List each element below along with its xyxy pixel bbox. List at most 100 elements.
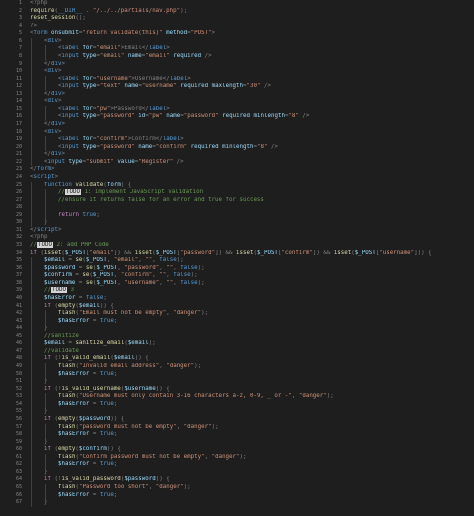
- code-token: ;: [113, 431, 118, 438]
- code-line[interactable]: 1 <?php: [0, 0, 474, 8]
- code-line[interactable]: 27 //ensure it returns false for an error…: [0, 196, 474, 205]
- code-line[interactable]: 28: [0, 204, 474, 212]
- code-line[interactable]: 8 <input type="email" name="email" requir…: [0, 52, 474, 61]
- code-line[interactable]: 9 </div>: [0, 60, 474, 69]
- code-line[interactable]: 37 $confirm = se($_POST, "confirm", "", f…: [0, 272, 474, 280]
- code-line[interactable]: 55}: [0, 408, 474, 416]
- code-line[interactable]: 20 <input type="password" name="confirm" …: [0, 143, 474, 152]
- code-line[interactable]: 30}: [0, 219, 474, 227]
- code-line[interactable]: 52 if (!is_valid_username($username)) {: [0, 385, 474, 394]
- code-token: "/../../partials/nav.php": [92, 7, 181, 14]
- code-line[interactable]: 23 </form>: [0, 166, 474, 174]
- code-token: =: [64, 257, 76, 264]
- code-line[interactable]: 63}: [0, 468, 474, 477]
- code-line[interactable]: 13 </div>: [0, 90, 474, 99]
- code-line[interactable]: 40 $hasError = false;: [0, 294, 474, 303]
- code-line[interactable]: 14 <div>: [0, 98, 474, 106]
- code-line[interactable]: 2 require(__DIR__ . "/../../partials/nav.…: [0, 8, 474, 16]
- code-line[interactable]: 50 $hasError = true;: [0, 370, 474, 379]
- code-line[interactable]: 42 flash("Email must not be empty", "dang…: [0, 310, 474, 318]
- code-line[interactable]: 31 </script>: [0, 227, 474, 235]
- code-token: );: [197, 264, 205, 271]
- code-line[interactable]: 38 $username = se($_POST, "username", "",…: [0, 279, 474, 288]
- code-line[interactable]: 58 $hasError = true;: [0, 431, 474, 439]
- code-line[interactable]: 11 <label for="username">Username</label>: [0, 75, 474, 84]
- code-line[interactable]: 48 if (!is_valid_email($email)) {: [0, 355, 474, 363]
- code-line[interactable]: 29 return true;: [0, 211, 474, 220]
- code-token: .: [82, 7, 93, 14]
- code-line[interactable]: 65 flash("Password too short", "danger");: [0, 484, 474, 492]
- code-token: "username": [124, 279, 160, 286]
- code-line[interactable]: 5 <form onsubmit="return validate(this)" …: [0, 30, 474, 38]
- code-line[interactable]: 46 $email = sanitize_email($email);: [0, 340, 474, 348]
- code-line[interactable]: 66 $hasError = true;: [0, 491, 474, 500]
- indent-guide: [31, 476, 32, 484]
- indent-guide: [31, 136, 32, 144]
- code-line[interactable]: 32 <?php: [0, 234, 474, 242]
- code-line[interactable]: 15 <label for="pw">Password</label>: [0, 105, 474, 114]
- code-line[interactable]: 54 $hasError = true;: [0, 400, 474, 409]
- code-line[interactable]: 61 flash("Confirm password must not be em…: [0, 453, 474, 462]
- code-token: >: [166, 105, 170, 112]
- code-line[interactable]: 47 //validate: [0, 347, 474, 356]
- code-token: empty: [57, 415, 76, 422]
- code-text: </form>: [30, 166, 54, 174]
- code-token: );: [239, 453, 247, 460]
- code-line[interactable]: 19 <label for="confirm">Confirm</label>: [0, 136, 474, 144]
- code-line[interactable]: 53 flash("Username must only contain 3-16…: [0, 393, 474, 401]
- code-line[interactable]: 6 <div>: [0, 37, 474, 46]
- code-line[interactable]: 26 //TODO 1: implement JavaScript validat…: [0, 189, 474, 197]
- code-line[interactable]: 12 <input type="text" name="username" req…: [0, 83, 474, 91]
- code-line[interactable]: 59}: [0, 438, 474, 447]
- code-line[interactable]: 10 <div>: [0, 68, 474, 76]
- line-number: 44: [15, 325, 22, 332]
- code-line[interactable]: 4 ?>: [0, 23, 474, 31]
- code-line[interactable]: 17 </div>: [0, 121, 474, 129]
- code-line[interactable]: 60 if (empty($confirm)) {: [0, 446, 474, 454]
- code-line[interactable]: 16 <input type="password" id="pw" name="p…: [0, 113, 474, 121]
- code-line[interactable]: 45 //sanitize: [0, 332, 474, 341]
- code-token: </: [141, 45, 149, 52]
- line-number: 45: [15, 332, 22, 339]
- code-line[interactable]: 3 reset_session();: [0, 15, 474, 23]
- code-token: =: [89, 461, 100, 468]
- code-line[interactable]: 44}: [0, 325, 474, 333]
- code-line[interactable]: 41 if (empty($email)) {: [0, 302, 474, 311]
- code-token: ;: [103, 294, 107, 301]
- code-token: for: [78, 75, 93, 82]
- code-line[interactable]: 62 $hasError = true;: [0, 461, 474, 469]
- code-line[interactable]: 35 $email = se($_POST, "email", "", false…: [0, 257, 474, 265]
- code-line[interactable]: 7 <label for="email">Email</label>: [0, 45, 474, 53]
- code-token: "8": [288, 113, 299, 120]
- code-line[interactable]: 33 //TODO 2: add PHP Code: [0, 242, 474, 250]
- code-text: if (empty($email)) {: [44, 303, 114, 311]
- code-editor[interactable]: 1 <?php 2 require(__DIR__ . "/../../partial…: [0, 0, 474, 516]
- code-line[interactable]: 34 if (isset($_POST["email"]) && isset($_…: [0, 250, 474, 258]
- code-line[interactable]: 57 flash("password must not be empty", "d…: [0, 423, 474, 432]
- code-token: id: [134, 113, 146, 120]
- code-line[interactable]: 18 <div>: [0, 128, 474, 137]
- code-line[interactable]: 64 if (!is_valid_password($password)) {: [0, 476, 474, 484]
- code-line[interactable]: 24 <script>: [0, 174, 474, 182]
- code-token: "username": [96, 75, 132, 82]
- code-line[interactable]: 25 function validate(form) {: [0, 181, 474, 190]
- code-line[interactable]: 67}: [0, 499, 474, 507]
- code-line[interactable]: 51}: [0, 378, 474, 386]
- code-token: $confirm: [78, 446, 107, 453]
- code-token: $hasError: [58, 370, 90, 377]
- code-token: ();: [75, 15, 86, 22]
- code-token: >: [211, 30, 216, 37]
- code-line[interactable]: 22 <input type="submit" value="Register" …: [0, 158, 474, 167]
- code-line[interactable]: 21 </div>: [0, 151, 474, 159]
- code-token: "email": [145, 52, 170, 59]
- code-line[interactable]: 49 flash("Invalid email address", "danger…: [0, 363, 474, 371]
- code-line[interactable]: 56 if (empty($password)) {: [0, 415, 474, 424]
- code-line[interactable]: 39 //TODO 3: [0, 287, 474, 295]
- code-line[interactable]: 43 $hasError = true;: [0, 317, 474, 326]
- indent-guide: [45, 189, 46, 197]
- code-token: ;: [113, 370, 118, 377]
- code-line[interactable]: 36 $password = se($_POST, "password", "",…: [0, 264, 474, 273]
- code-token: label: [148, 45, 167, 52]
- code-token: true: [99, 431, 114, 438]
- code-token: "submit": [85, 158, 114, 165]
